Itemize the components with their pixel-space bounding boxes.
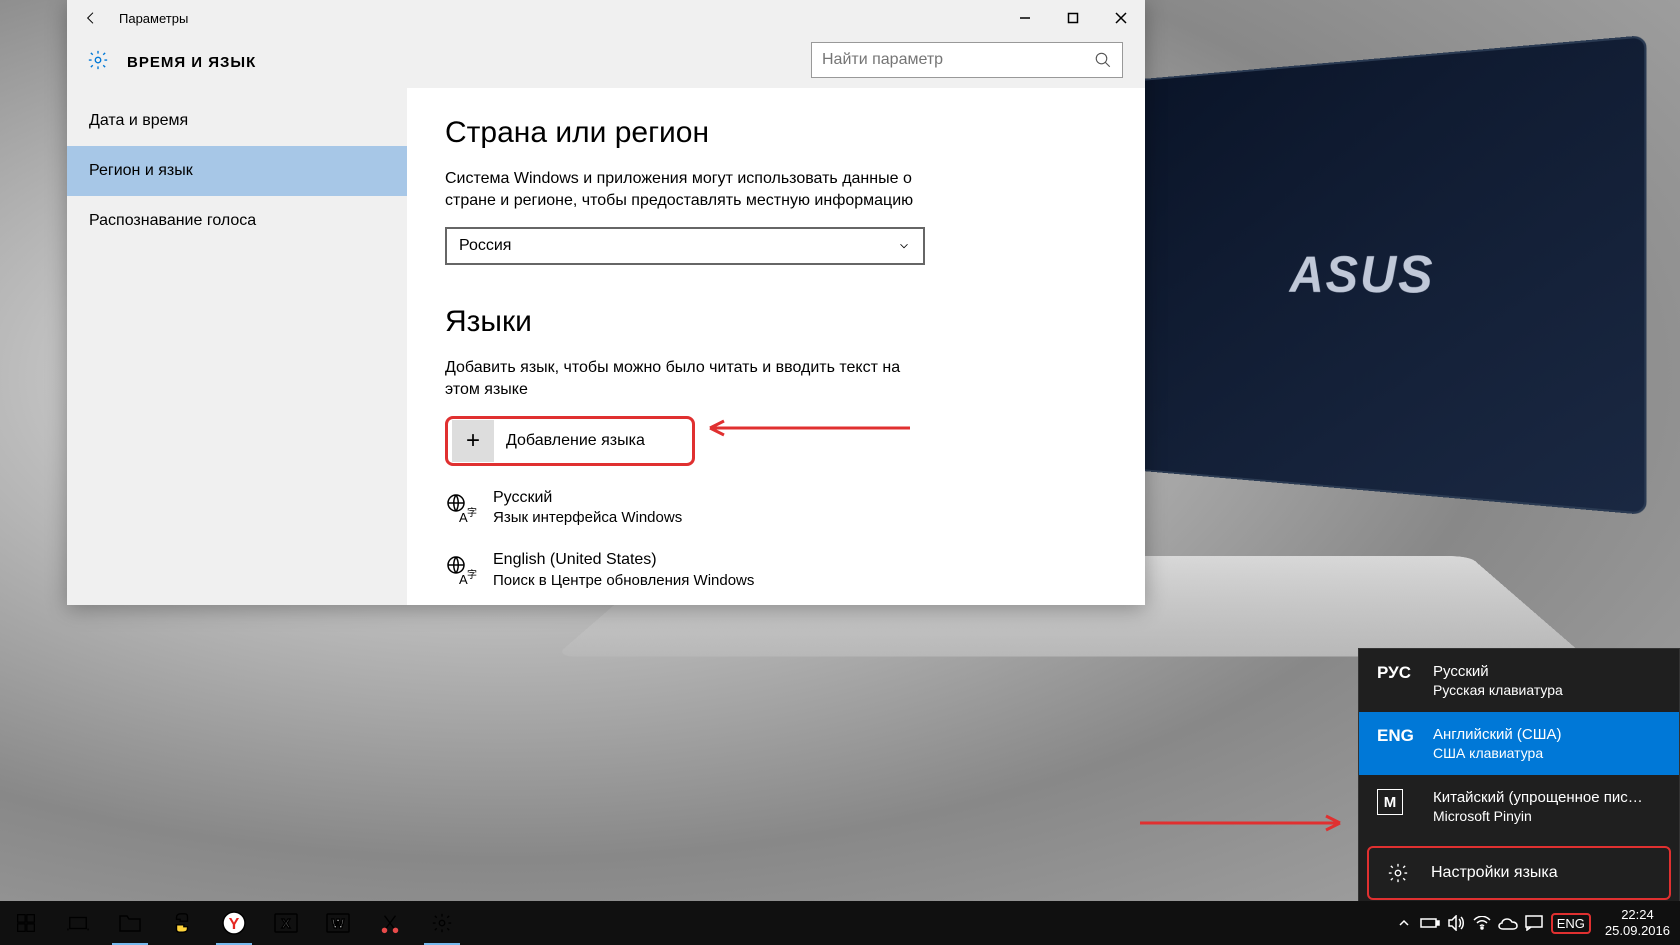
region-description: Система Windows и приложения могут испол… xyxy=(445,168,925,213)
titlebar: Параметры xyxy=(67,0,1145,36)
settings-window: Параметры ВРЕМЯ И ЯЗЫК Дата и время Реги… xyxy=(67,0,1145,605)
header-title: ВРЕМЯ И ЯЗЫК xyxy=(127,54,256,71)
language-item-russian[interactable]: A字 Русский Язык интерфейса Windows xyxy=(445,484,1107,532)
lang-title: Китайский (упрощенное пис… xyxy=(1433,789,1661,806)
svg-text:X: X xyxy=(282,916,291,931)
languages-description: Добавить язык, чтобы можно было читать и… xyxy=(445,357,925,402)
lang-code: ENG xyxy=(1377,726,1433,746)
sidebar-item-label: Дата и время xyxy=(89,112,188,130)
lang-code: РУС xyxy=(1377,663,1433,683)
lang-subtitle: Русская клавиатура xyxy=(1433,682,1661,698)
gear-icon xyxy=(87,49,109,76)
search-input[interactable] xyxy=(822,51,1094,69)
lang-option-english[interactable]: ENG Английский (США) США клавиатура xyxy=(1359,712,1679,775)
languages-heading: Языки xyxy=(445,305,1107,339)
content-area: Страна или регион Система Windows и прил… xyxy=(407,88,1145,605)
laptop-brand-logo: ASUS xyxy=(1290,244,1435,306)
taskbar: Y X W ENG 22:24 25.09.2016 xyxy=(0,901,1680,945)
sidebar-item-speech[interactable]: Распознавание голоса xyxy=(67,196,407,246)
language-description: Язык интерфейса Windows xyxy=(493,508,682,528)
svg-text:字: 字 xyxy=(467,568,477,581)
lang-option-chinese[interactable]: M Китайский (упрощенное пис… Microsoft P… xyxy=(1359,775,1679,838)
add-language-button[interactable]: + Добавление языка xyxy=(445,416,695,466)
lang-subtitle: Microsoft Pinyin xyxy=(1433,808,1661,824)
svg-text:字: 字 xyxy=(467,506,477,519)
language-name: Русский xyxy=(493,488,682,509)
close-button[interactable] xyxy=(1097,0,1145,36)
excel-icon[interactable]: X xyxy=(260,901,312,945)
region-dropdown[interactable]: Россия xyxy=(445,227,925,265)
sidebar-item-datetime[interactable]: Дата и время xyxy=(67,96,407,146)
volume-icon[interactable] xyxy=(1443,901,1469,945)
lang-option-russian[interactable]: РУС Русский Русская клавиатура xyxy=(1359,649,1679,712)
language-settings-label: Настройки языка xyxy=(1431,864,1558,882)
svg-text:Y: Y xyxy=(229,916,240,933)
language-globe-icon: A字 xyxy=(445,554,477,586)
language-settings-button[interactable]: Настройки языка xyxy=(1367,846,1671,900)
wifi-icon[interactable] xyxy=(1469,901,1495,945)
sidebar-item-region-language[interactable]: Регион и язык xyxy=(67,146,407,196)
annotation-arrow-icon xyxy=(700,418,910,438)
snipping-tool-icon[interactable] xyxy=(364,901,416,945)
tray-expand-icon[interactable] xyxy=(1391,901,1417,945)
python-icon[interactable] xyxy=(156,901,208,945)
clock[interactable]: 22:24 25.09.2016 xyxy=(1595,907,1680,940)
language-name: English (United States) xyxy=(493,550,754,571)
svg-text:W: W xyxy=(332,916,345,931)
plus-icon: + xyxy=(452,420,494,462)
battery-icon[interactable] xyxy=(1417,901,1443,945)
clock-date: 25.09.2016 xyxy=(1605,923,1670,939)
sidebar-item-label: Регион и язык xyxy=(89,162,193,180)
clock-time: 22:24 xyxy=(1605,907,1670,923)
lang-subtitle: США клавиатура xyxy=(1433,745,1661,761)
search-box[interactable] xyxy=(811,42,1123,78)
language-item-english[interactable]: A字 English (United States) Поиск в Центр… xyxy=(445,546,1107,594)
start-button[interactable] xyxy=(0,901,52,945)
language-globe-icon: A字 xyxy=(445,492,477,524)
word-icon[interactable]: W xyxy=(312,901,364,945)
language-description: Поиск в Центре обновления Windows xyxy=(493,571,754,591)
language-switcher-popup: РУС Русский Русская клавиатура ENG Англи… xyxy=(1358,648,1680,909)
gear-icon xyxy=(1387,862,1409,884)
settings-taskbar-icon[interactable] xyxy=(416,901,468,945)
region-heading: Страна или регион xyxy=(445,116,1107,150)
language-indicator[interactable]: ENG xyxy=(1551,913,1591,934)
onedrive-icon[interactable] xyxy=(1495,901,1521,945)
lang-code: M xyxy=(1377,789,1403,815)
region-value: Россия xyxy=(459,237,511,255)
add-language-label: Добавление языка xyxy=(506,432,645,450)
window-title: Параметры xyxy=(119,11,188,26)
back-button[interactable] xyxy=(67,0,115,36)
chevron-down-icon xyxy=(897,239,911,253)
action-center-icon[interactable] xyxy=(1521,901,1547,945)
file-explorer-icon[interactable] xyxy=(104,901,156,945)
lang-title: Русский xyxy=(1433,663,1661,680)
sidebar-item-label: Распознавание голоса xyxy=(89,212,256,230)
minimize-button[interactable] xyxy=(1001,0,1049,36)
lang-title: Английский (США) xyxy=(1433,726,1661,743)
search-icon xyxy=(1094,51,1112,69)
maximize-button[interactable] xyxy=(1049,0,1097,36)
sidebar: Дата и время Регион и язык Распознавание… xyxy=(67,88,407,605)
yandex-browser-icon[interactable]: Y xyxy=(208,901,260,945)
annotation-arrow-icon xyxy=(1140,813,1360,833)
task-view-button[interactable] xyxy=(52,901,104,945)
header: ВРЕМЯ И ЯЗЫК xyxy=(67,36,1145,88)
